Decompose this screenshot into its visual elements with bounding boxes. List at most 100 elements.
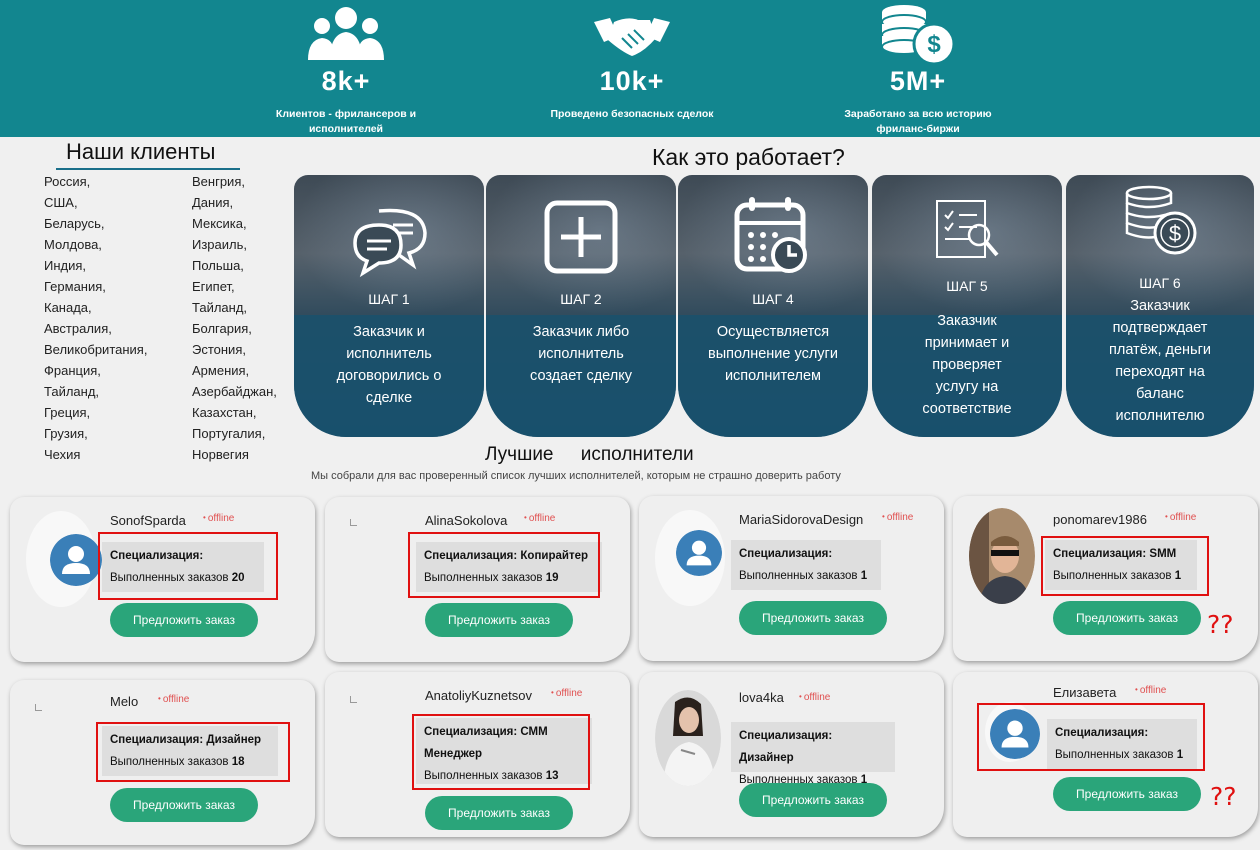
user-photo-avatar[interactable]	[655, 690, 721, 786]
country-item: Мексика,	[192, 216, 247, 231]
country-item: Египет,	[192, 279, 235, 294]
country-item: Армения,	[192, 363, 250, 378]
user-photo-avatar[interactable]	[969, 508, 1035, 604]
performer-username[interactable]: Елизавета	[1053, 685, 1116, 700]
performer-card: SonofSparda offline Специализация: Выпол…	[10, 497, 315, 662]
country-item: Индия,	[44, 258, 87, 273]
performer-username[interactable]: ponomarev1986	[1053, 512, 1147, 527]
offline-status: offline	[524, 513, 556, 524]
country-item: США,	[44, 195, 78, 210]
performer-username[interactable]: SonofSparda	[110, 513, 186, 528]
offer-order-button[interactable]: Предложить заказ	[739, 783, 887, 817]
performer-username[interactable]: Melo	[110, 694, 138, 709]
svg-text:$: $	[1169, 221, 1181, 246]
chat-bubbles-icon	[353, 208, 427, 278]
country-item: Россия,	[44, 174, 91, 189]
performer-username[interactable]: MariaSidorovaDesign	[739, 512, 863, 527]
country-item: Эстония,	[192, 342, 246, 357]
country-item: Канада,	[44, 300, 92, 315]
best-performers-title: Лучшие исполнители	[485, 444, 694, 465]
stat-caption: Проведено безопасных сделок	[550, 108, 714, 120]
best-performers-subtitle: Мы собрали для вас проверенный список лу…	[311, 470, 841, 482]
offline-status: offline	[158, 694, 190, 705]
performer-card: lova4ka offline Специализация: Дизайнер …	[639, 672, 944, 837]
plus-square-icon	[544, 200, 618, 274]
document-check-icon	[936, 200, 999, 258]
offer-order-button[interactable]: Предложить заказ	[739, 601, 887, 635]
default-avatar-icon[interactable]	[50, 534, 102, 586]
performer-card: AlinaSokolova offline Специализация: Коп…	[325, 497, 630, 662]
broken-avatar-image	[35, 704, 42, 711]
offer-order-button[interactable]: Предложить заказ	[425, 796, 573, 830]
offline-status: offline	[203, 513, 235, 524]
step-description: Осуществляется выполнение услуги исполни…	[708, 324, 838, 384]
offline-status: offline	[1135, 685, 1167, 696]
step-card-5: $ ШАГ 6 Заказчик подтверждает платёж, де…	[1066, 175, 1254, 437]
offline-status: offline	[1165, 512, 1197, 523]
question-annotation: ??	[1207, 610, 1234, 639]
country-item: Польша,	[192, 258, 244, 273]
performer-username[interactable]: AlinaSokolova	[425, 513, 507, 528]
country-item: Великобритания,	[44, 342, 148, 357]
stat-caption: Заработано за всю историю фриланс-биржи	[844, 108, 992, 135]
step-label: ШАГ 1	[368, 291, 410, 307]
country-item: Тайланд,	[44, 384, 100, 399]
country-item: Франция,	[44, 363, 101, 378]
stat-value: 10k+	[599, 66, 665, 96]
stat-value: 8k+	[321, 66, 371, 96]
country-item: Беларусь,	[44, 216, 105, 231]
offer-order-button[interactable]: Предложить заказ	[425, 603, 573, 637]
performer-username[interactable]: lova4ka	[739, 690, 784, 705]
default-avatar-icon[interactable]	[676, 530, 722, 576]
highlight-annotation	[408, 532, 600, 598]
svg-text:$: $	[927, 31, 941, 58]
step-label: ШАГ 2	[560, 291, 602, 307]
spec-value: Дизайнер	[739, 752, 794, 764]
clients-title: Наши клиенты	[66, 139, 216, 164]
highlight-annotation	[412, 714, 590, 790]
country-item: Казахстан,	[192, 405, 257, 420]
step-card-3: ШАГ 4 Осуществляется выполнение услуги и…	[678, 175, 868, 437]
how-it-works-title: Как это работает?	[652, 144, 845, 170]
highlight-annotation	[1041, 536, 1209, 596]
step-description: Заказчик подтверждает платёж, деньги пер…	[1109, 298, 1211, 424]
performer-username[interactable]: AnatoliyKuznetsov	[425, 688, 532, 703]
country-item: Израиль,	[192, 237, 247, 252]
stats-banner: 8k+ Клиентов - фрилансеров и исполнителе…	[0, 0, 1260, 137]
handshake-icon	[594, 18, 670, 56]
highlight-annotation	[96, 722, 290, 782]
offer-order-button[interactable]: Предложить заказ	[1053, 601, 1201, 635]
performer-card: MariaSidorovaDesign offline Специализаци…	[639, 496, 944, 661]
offer-order-button[interactable]: Предложить заказ	[1053, 777, 1201, 811]
step-card-1: ШАГ 1 Заказчик и исполнитель договорилис…	[294, 175, 484, 437]
highlight-annotation	[98, 532, 278, 600]
step-description: Заказчик и исполнитель договорились о сд…	[336, 324, 442, 406]
coins-dollar-icon: $	[881, 5, 956, 66]
spec-label: Специализация:	[739, 730, 833, 742]
country-item: Тайланд,	[192, 300, 248, 315]
country-item: Дания,	[192, 195, 234, 210]
offer-order-button[interactable]: Предложить заказ	[110, 603, 258, 637]
step-label: ШАГ 6	[1139, 275, 1181, 291]
users-icon	[308, 7, 384, 60]
step-description: Заказчик либо исполнитель создает сделку	[530, 324, 632, 384]
step-card-2: ШАГ 2 Заказчик либо исполнитель создает …	[486, 175, 676, 437]
offline-status: offline	[799, 692, 831, 703]
question-annotation: ??	[1210, 782, 1237, 811]
step-card-4: ШАГ 5 Заказчик принимает и проверяет усл…	[872, 175, 1062, 437]
orders-count: 1	[860, 570, 868, 582]
country-item: Болгария,	[192, 321, 252, 336]
orders-label: Выполненных заказов	[739, 570, 858, 582]
step-label: ШАГ 5	[946, 278, 988, 294]
country-item: Португалия,	[192, 426, 266, 441]
stat-value: 5M+	[889, 66, 947, 96]
performer-card: Елизавета offline Специализация: Выполне…	[953, 672, 1258, 837]
offer-order-button[interactable]: Предложить заказ	[110, 788, 258, 822]
country-item: Молдова,	[44, 237, 102, 252]
offline-status: offline	[882, 512, 914, 523]
spec-label: Специализация:	[739, 548, 833, 560]
country-item: Грузия,	[44, 426, 88, 441]
performer-info: Специализация: Выполненных заказов 1	[731, 540, 881, 590]
broken-avatar-image	[350, 519, 357, 526]
country-item: Германия,	[44, 279, 106, 294]
